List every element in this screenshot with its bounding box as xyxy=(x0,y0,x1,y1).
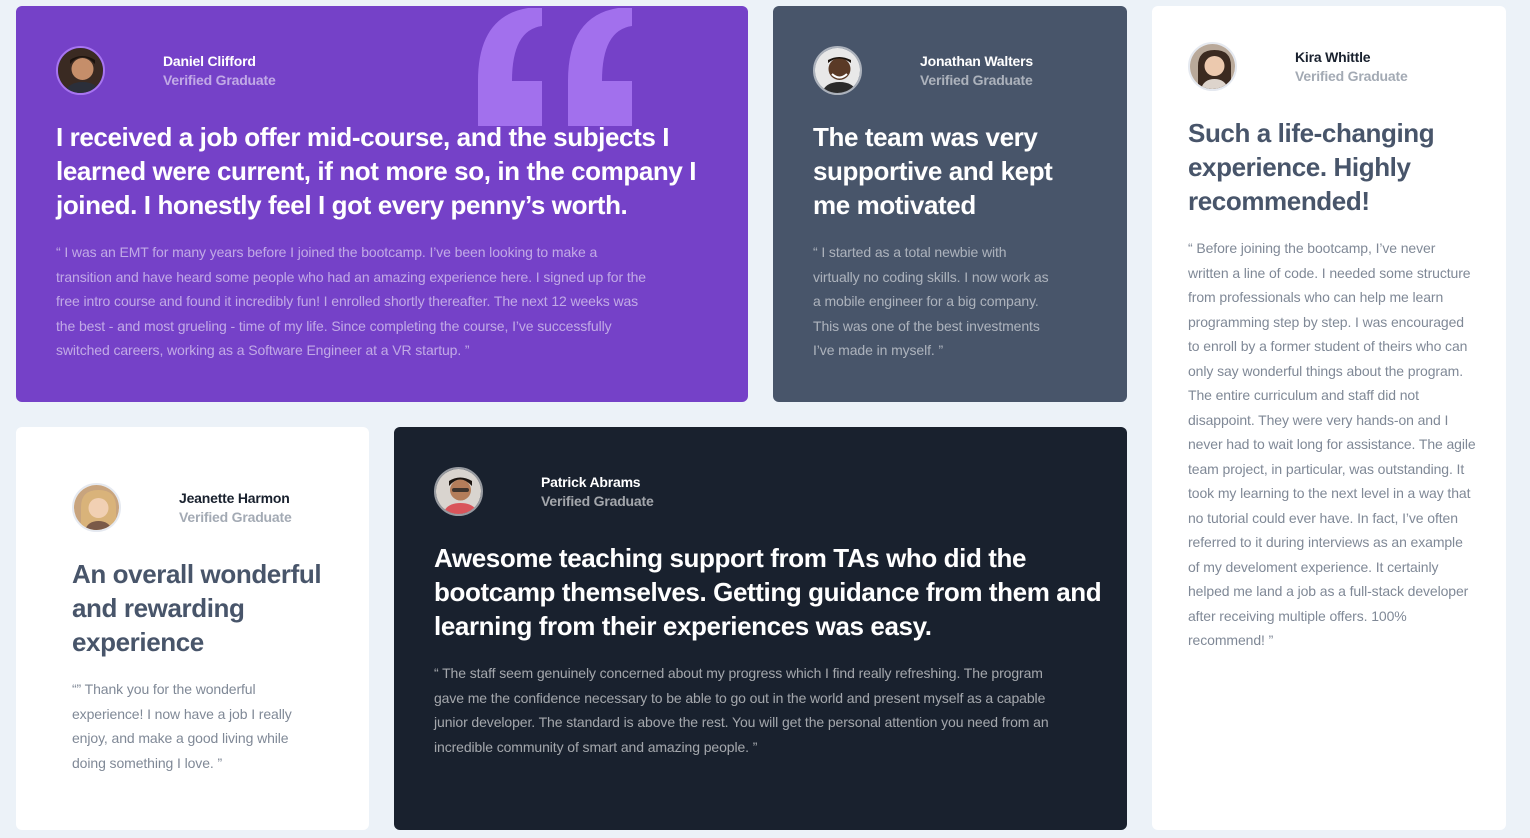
testimonial-body: “ Before joining the bootcamp, I’ve neve… xyxy=(1188,240,1476,648)
testimonial-headline: An overall wonderful and rewarding exper… xyxy=(72,559,322,657)
testimonial-headline: The team was very supportive and kept me… xyxy=(813,122,1053,220)
testimonial-body: “” Thank you for the wonderful experienc… xyxy=(72,681,292,771)
author-name: Daniel Clifford xyxy=(163,52,256,69)
testimonial-card-jeanette: Jeanette Harmon Verified Graduate An ove… xyxy=(16,427,369,830)
testimonial-body: “ I was an EMT for many years before I j… xyxy=(56,244,646,358)
author-info: Daniel Clifford Verified Graduate xyxy=(56,46,276,95)
author-name: Jonathan Walters xyxy=(920,52,1033,69)
author-role: Verified Graduate xyxy=(163,71,276,88)
author-name: Jeanette Harmon xyxy=(179,489,290,506)
author-info: Kira Whittle Verified Graduate xyxy=(1188,42,1408,91)
testimonial-body: “ I started as a total newbie with virtu… xyxy=(813,244,1049,358)
testimonial-card-patrick: Patrick Abrams Verified Graduate Awesome… xyxy=(394,427,1127,830)
author-info: Jonathan Walters Verified Graduate xyxy=(813,46,1033,95)
author-name: Kira Whittle xyxy=(1295,48,1371,65)
avatar xyxy=(434,467,483,516)
testimonial-card-kira: Kira Whittle Verified Graduate Such a li… xyxy=(1152,6,1506,830)
testimonial-body: “ The staff seem genuinely concerned abo… xyxy=(434,665,1049,755)
testimonial-headline: I received a job offer mid-course, and t… xyxy=(56,122,697,220)
author-info: Patrick Abrams Verified Graduate xyxy=(434,467,654,516)
testimonial-headline: Awesome teaching support from TAs who di… xyxy=(434,543,1102,641)
author-info: Jeanette Harmon Verified Graduate xyxy=(72,483,292,532)
avatar xyxy=(813,46,862,95)
author-name: Patrick Abrams xyxy=(541,473,641,490)
quotation-mark-icon xyxy=(478,8,632,126)
author-role: Verified Graduate xyxy=(179,508,292,525)
avatar xyxy=(72,483,121,532)
author-role: Verified Graduate xyxy=(920,71,1033,88)
testimonial-card-jonathan: Jonathan Walters Verified Graduate The t… xyxy=(773,6,1127,402)
testimonial-card-daniel: Daniel Clifford Verified Graduate I rece… xyxy=(16,6,748,402)
testimonial-headline: Such a life-changing experience. Highly … xyxy=(1188,118,1435,216)
avatar xyxy=(56,46,105,95)
author-role: Verified Graduate xyxy=(1295,67,1408,84)
author-role: Verified Graduate xyxy=(541,492,654,509)
avatar xyxy=(1188,42,1237,91)
